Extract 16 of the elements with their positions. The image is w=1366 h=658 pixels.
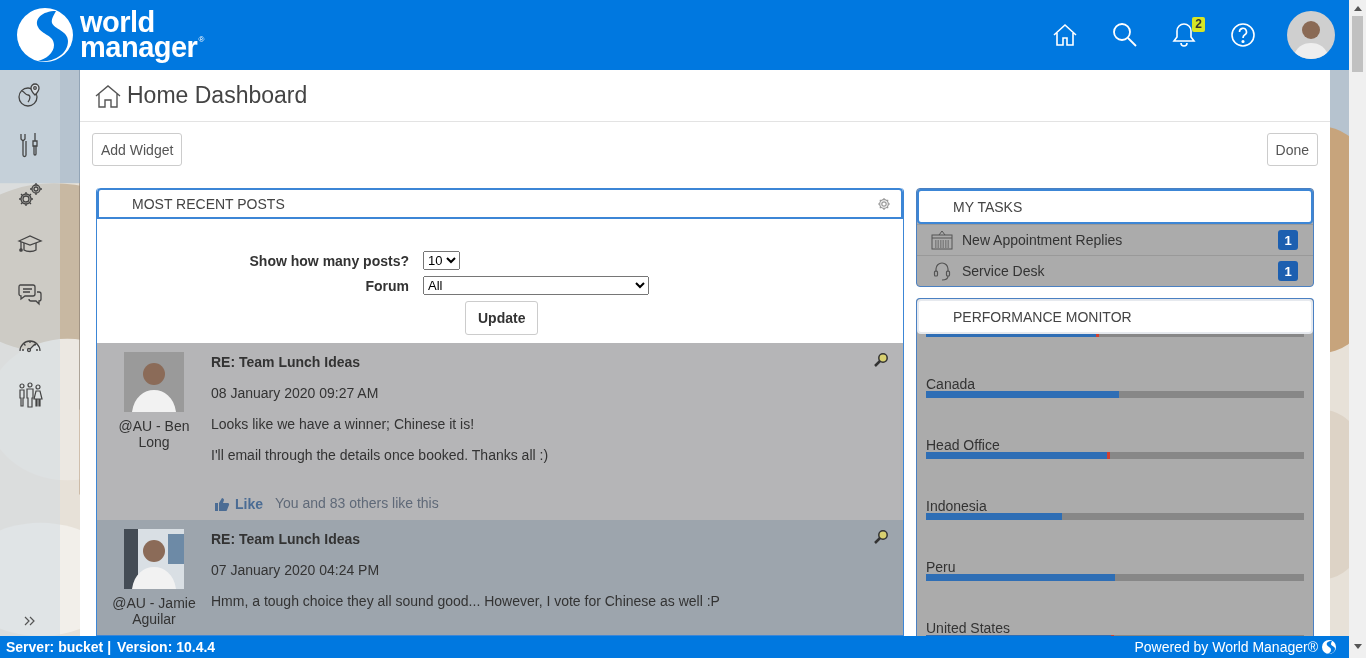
logo-icon [16,7,74,63]
logo-text: world [80,10,156,35]
server-label: Server: bucket | [6,639,112,655]
scroll-down-icon[interactable] [1353,644,1362,650]
help-icon[interactable] [1230,22,1256,48]
registered-mark: ® [198,35,204,44]
powered-by-text: Powered by World Manager® [1134,639,1318,655]
notification-badge: 2 [1192,17,1205,32]
version-label: Version: 10.4.4 [117,639,216,655]
scrollbar-thumb[interactable] [1352,16,1363,72]
bell-icon[interactable] [1172,22,1196,48]
home-icon[interactable] [1052,22,1078,48]
search-icon[interactable] [1112,22,1138,48]
scroll-up-icon[interactable] [1353,6,1362,12]
avatar[interactable] [1287,11,1335,59]
logo-icon [1322,640,1336,654]
